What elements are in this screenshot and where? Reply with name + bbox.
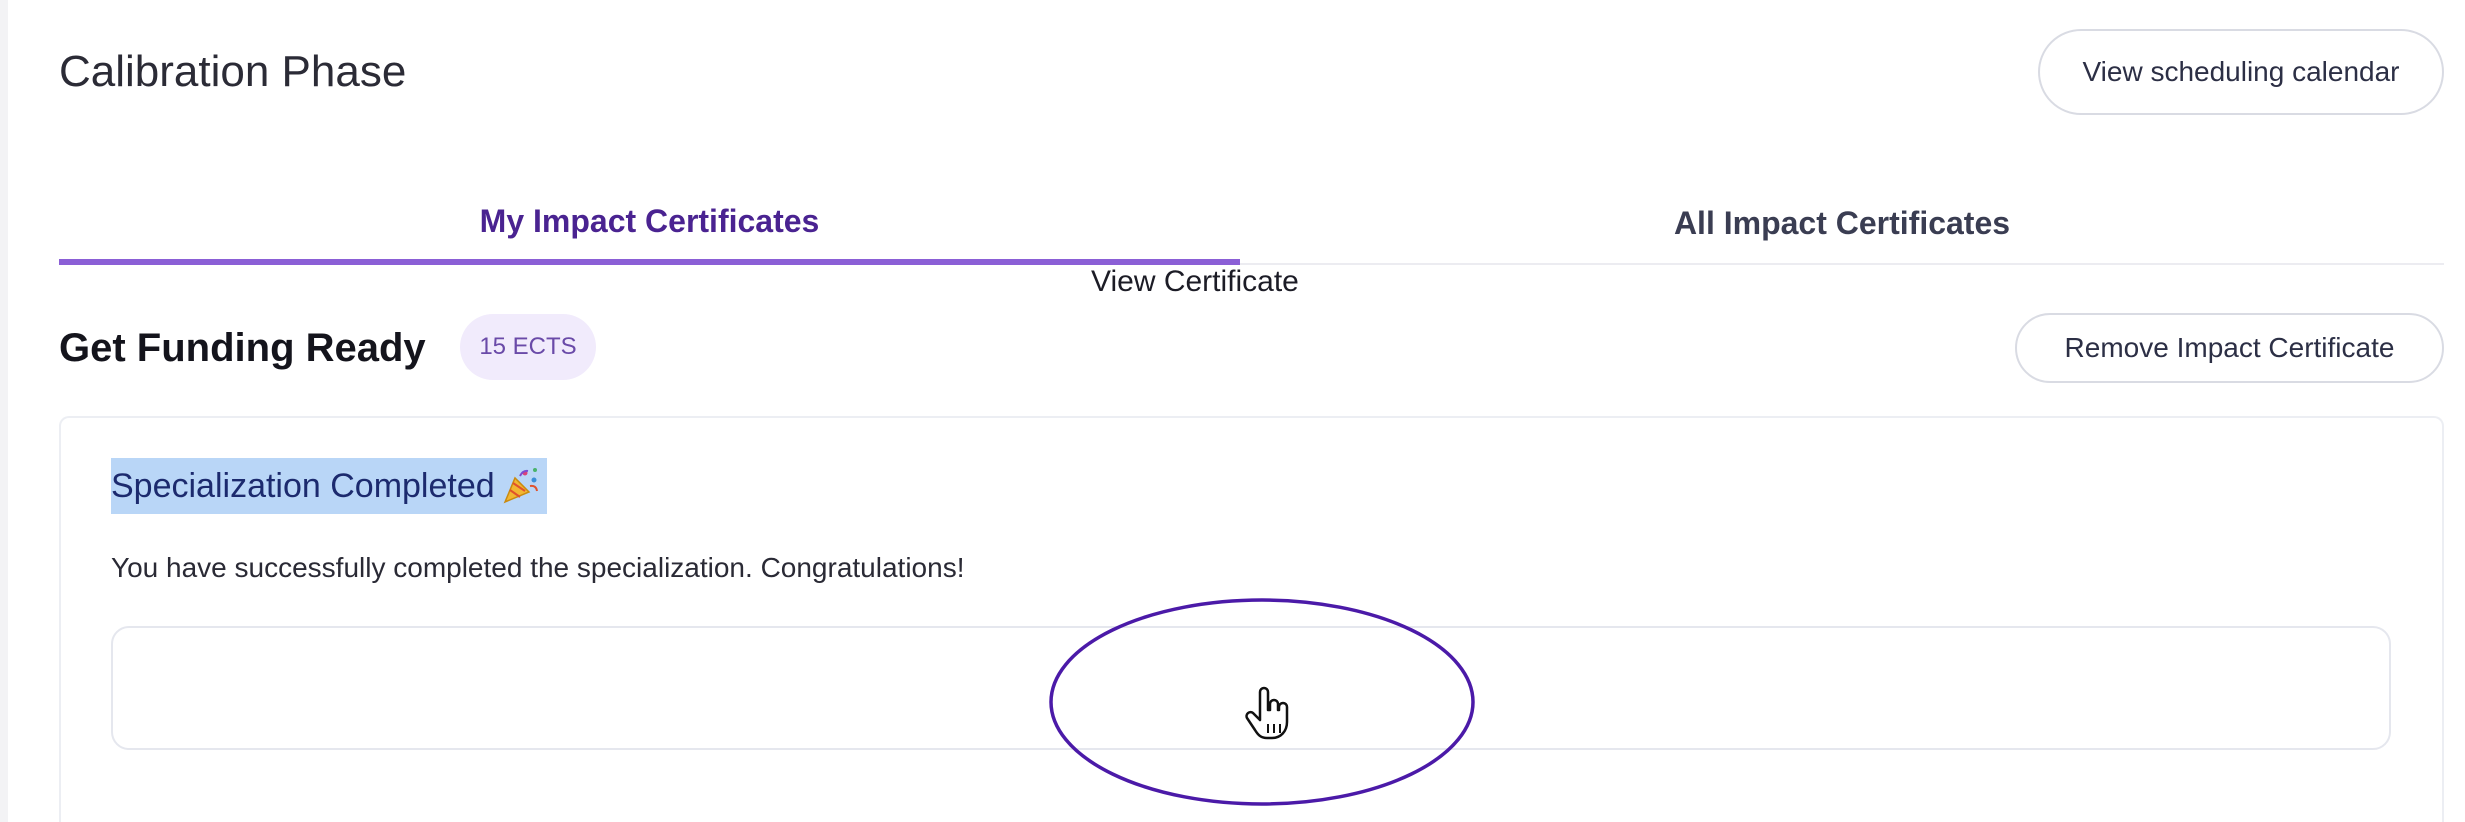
party-popper-icon <box>501 466 541 506</box>
view-certificate-button[interactable] <box>111 626 2391 750</box>
certificate-tabs: My Impact Certificates All Impact Certif… <box>59 183 2444 265</box>
completion-message: You have successfully completed the spec… <box>111 552 965 583</box>
remove-impact-certificate-button[interactable]: Remove Impact Certificate <box>2015 313 2444 383</box>
section-title: Get Funding Ready <box>59 326 426 370</box>
certificate-card: Specialization Completed You have succes… <box>59 416 2444 822</box>
tab-my-impact-certificates[interactable]: My Impact Certificates <box>59 183 1240 265</box>
page-title: Calibration Phase <box>59 47 407 96</box>
ects-badge: 15 ECTS <box>460 314 596 380</box>
tab-all-impact-certificates[interactable]: All Impact Certificates <box>1240 183 2444 263</box>
page: Calibration Phase View scheduling calend… <box>8 0 2465 822</box>
view-scheduling-calendar-button[interactable]: View scheduling calendar <box>2038 29 2444 115</box>
view-certificate-label: View Certificate <box>1091 265 1299 298</box>
specialization-title-text: Specialization Completed <box>111 467 495 505</box>
specialization-title: Specialization Completed <box>111 458 547 514</box>
